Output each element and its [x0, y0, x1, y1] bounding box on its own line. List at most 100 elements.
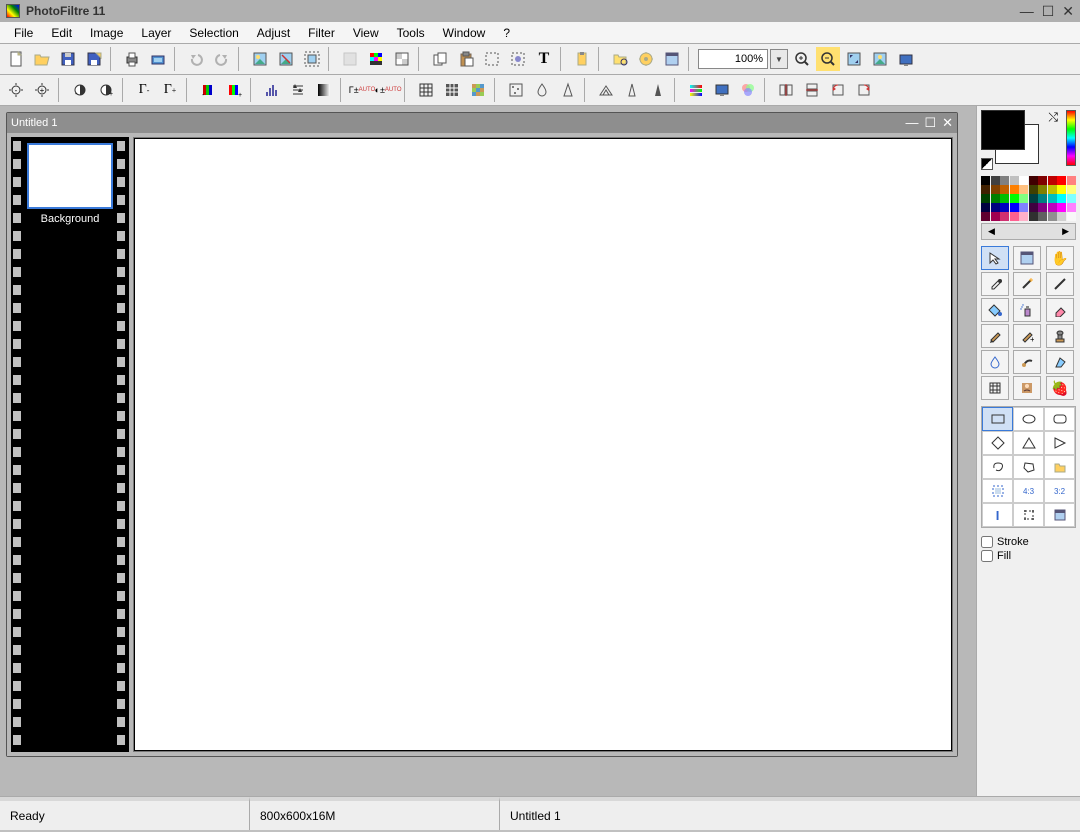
clipboard-icon[interactable] — [570, 47, 594, 71]
grid-color-icon[interactable] — [466, 78, 490, 102]
new-file-icon[interactable] — [4, 47, 28, 71]
selection-icon[interactable] — [480, 47, 504, 71]
shape-diamond[interactable] — [982, 431, 1013, 455]
menu-tools[interactable]: Tools — [389, 24, 433, 42]
menu-adjust[interactable]: Adjust — [249, 24, 298, 42]
palette-swatch[interactable] — [1067, 203, 1076, 212]
palette-swatch[interactable] — [1038, 194, 1047, 203]
clone-tool-icon[interactable] — [1046, 350, 1074, 374]
save-icon[interactable] — [56, 47, 80, 71]
palette-swatch[interactable] — [1057, 176, 1066, 185]
fullscreen-icon[interactable] — [894, 47, 918, 71]
brightness-plus-icon[interactable]: + — [30, 78, 54, 102]
scanner-icon[interactable] — [146, 47, 170, 71]
color-balance-icon[interactable] — [684, 78, 708, 102]
menu-edit[interactable]: Edit — [43, 24, 80, 42]
copy-icon[interactable] — [428, 47, 452, 71]
doc-close-icon[interactable]: ✕ — [942, 115, 953, 131]
palette-swatch[interactable] — [1019, 212, 1028, 221]
document-titlebar[interactable]: Untitled 1 — ☐ ✕ — [7, 113, 957, 133]
palette-swatch[interactable] — [1067, 176, 1076, 185]
line-tool-icon[interactable] — [1046, 272, 1074, 296]
sharpen-icon[interactable] — [556, 78, 580, 102]
select-ratio-43-icon[interactable]: 4:3 — [1013, 479, 1044, 503]
sharpen2-icon[interactable] — [620, 78, 644, 102]
canvas-size-icon[interactable] — [300, 47, 324, 71]
selection-all-icon[interactable] — [506, 47, 530, 71]
palette-swatch[interactable] — [1000, 203, 1009, 212]
swap-colors-icon[interactable]: ⤭ — [1048, 110, 1058, 125]
zoom-out-icon[interactable] — [816, 47, 840, 71]
palette-swatch[interactable] — [981, 212, 990, 221]
auto-levels-icon[interactable]: Γ±AUTO — [350, 78, 374, 102]
selection-tool[interactable] — [981, 246, 1009, 270]
flip-h-icon[interactable] — [774, 78, 798, 102]
gamma-plus-icon[interactable]: Γ+ — [158, 78, 182, 102]
menu-image[interactable]: Image — [82, 24, 131, 42]
palette-swatch[interactable] — [991, 185, 1000, 194]
palette-swatch[interactable] — [1038, 176, 1047, 185]
select-crop-icon[interactable] — [1013, 503, 1044, 527]
zoom-dropdown[interactable]: ▼ — [770, 49, 788, 69]
select-text-icon[interactable]: I — [982, 503, 1013, 527]
canvas[interactable] — [133, 137, 953, 752]
zoom-in-icon[interactable] — [790, 47, 814, 71]
grayscale-icon[interactable] — [312, 78, 336, 102]
shape-folder[interactable] — [1044, 455, 1075, 479]
palette-swatch[interactable] — [991, 194, 1000, 203]
stroke-checkbox[interactable] — [981, 536, 993, 548]
red-eye-tool-icon[interactable]: 🍓 — [1046, 376, 1074, 400]
text-icon[interactable]: T — [532, 47, 556, 71]
smudge-tool-icon[interactable] — [1013, 350, 1041, 374]
contrast-minus-icon[interactable]: - — [68, 78, 92, 102]
transparency-icon[interactable] — [390, 47, 414, 71]
saturation-plus-icon[interactable]: + — [222, 78, 246, 102]
variations-icon[interactable] — [736, 78, 760, 102]
rotate-cw-icon[interactable] — [852, 78, 876, 102]
shape-polygon[interactable] — [1013, 455, 1044, 479]
edge-icon[interactable] — [646, 78, 670, 102]
spray-tool-icon[interactable] — [1013, 298, 1041, 322]
advanced-brush-icon[interactable]: + — [1013, 324, 1041, 348]
palette-next-icon[interactable]: ▶ — [1062, 226, 1069, 237]
explorer-icon[interactable] — [608, 47, 632, 71]
palette-swatch[interactable] — [1057, 185, 1066, 194]
grid-small-icon[interactable] — [414, 78, 438, 102]
select-settings-icon[interactable] — [1044, 503, 1075, 527]
select-ratio-32-icon[interactable]: 3:2 — [1044, 479, 1075, 503]
palette-swatch[interactable] — [1057, 203, 1066, 212]
menu-file[interactable]: File — [6, 24, 41, 42]
palette-swatch[interactable] — [1029, 176, 1038, 185]
saturation-minus-icon[interactable]: - — [196, 78, 220, 102]
zoom-level[interactable]: 100% — [698, 49, 768, 69]
maximize-icon[interactable]: ☐ — [1042, 3, 1055, 20]
menu-selection[interactable]: Selection — [181, 24, 246, 42]
fill-tool-icon[interactable] — [981, 298, 1009, 322]
palette-swatch[interactable] — [1010, 194, 1019, 203]
blur-tool-icon[interactable] — [981, 350, 1009, 374]
palette-swatch[interactable] — [1038, 185, 1047, 194]
blur-icon[interactable] — [530, 78, 554, 102]
pipette-tool-icon[interactable] — [981, 272, 1009, 296]
palette-swatch[interactable] — [1019, 185, 1028, 194]
color-mode-icon[interactable] — [364, 47, 388, 71]
palette-swatch[interactable] — [1019, 203, 1028, 212]
palette-swatch[interactable] — [981, 194, 990, 203]
palette-prev-icon[interactable]: ◀ — [988, 226, 995, 237]
levels-icon[interactable] — [286, 78, 310, 102]
image-size-icon[interactable] — [274, 47, 298, 71]
dust-icon[interactable] — [504, 78, 528, 102]
palette-swatch[interactable] — [1019, 194, 1028, 203]
palette-swatch[interactable] — [991, 212, 1000, 221]
palette-swatch[interactable] — [1010, 203, 1019, 212]
palette-swatch[interactable] — [1048, 212, 1057, 221]
open-file-icon[interactable] — [30, 47, 54, 71]
shape-rectangle[interactable] — [982, 407, 1013, 431]
menu-filter[interactable]: Filter — [300, 24, 343, 42]
palette-swatch[interactable] — [1029, 194, 1038, 203]
distort-tool-icon[interactable] — [981, 376, 1009, 400]
preferences-icon[interactable] — [660, 47, 684, 71]
palette-swatch[interactable] — [1057, 194, 1066, 203]
palette-swatch[interactable] — [981, 203, 990, 212]
eraser-tool-icon[interactable] — [1046, 298, 1074, 322]
